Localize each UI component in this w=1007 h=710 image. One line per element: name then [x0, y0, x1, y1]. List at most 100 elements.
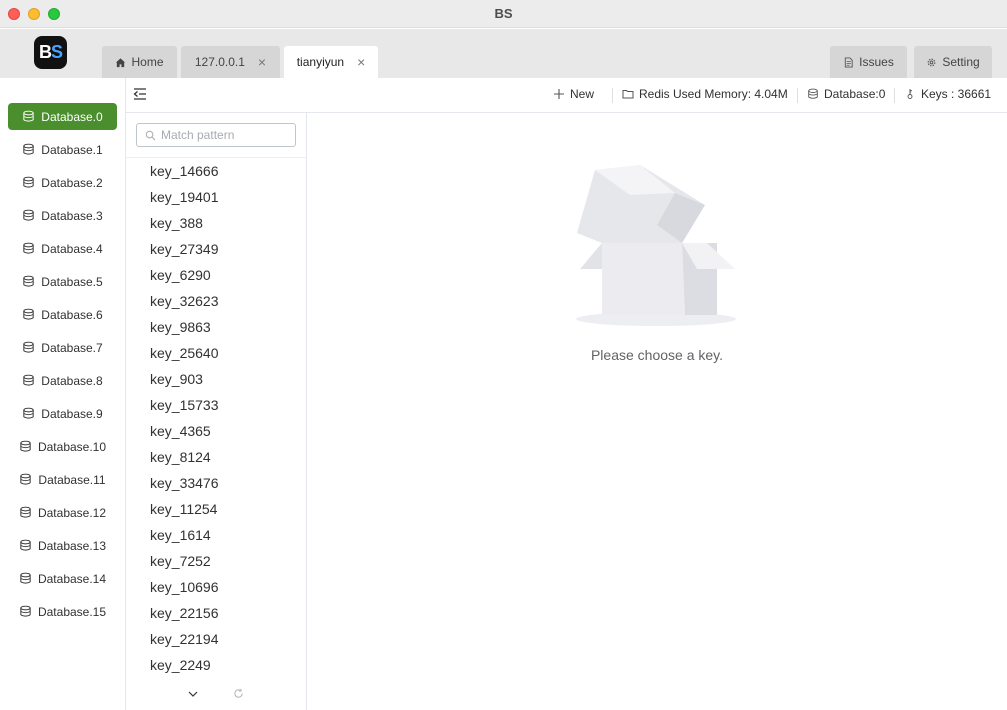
- document-icon: [844, 56, 853, 68]
- database-icon: [23, 209, 34, 221]
- gear-icon: [927, 58, 936, 66]
- refresh-icon[interactable]: [233, 688, 244, 699]
- keys-count-label: Keys : 36661: [921, 87, 992, 101]
- database-item-13[interactable]: Database.13: [8, 532, 117, 559]
- database-item-2[interactable]: Database.2: [8, 169, 117, 196]
- key-list-item[interactable]: key_32623: [150, 293, 219, 309]
- key-list-item[interactable]: key_27349: [150, 241, 219, 257]
- match-pattern-search[interactable]: [136, 123, 296, 147]
- database-icon: [23, 308, 34, 320]
- database-item-label: Database.9: [41, 406, 103, 421]
- database-item-11[interactable]: Database.11: [8, 466, 117, 493]
- database-item-label: Database.1: [41, 142, 103, 157]
- match-pattern-input[interactable]: [161, 128, 286, 142]
- key-list-item[interactable]: key_19401: [150, 189, 219, 205]
- plus-icon: [554, 89, 564, 99]
- database-item-15[interactable]: Database.15: [8, 598, 117, 625]
- database-item-3[interactable]: Database.3: [8, 202, 117, 229]
- database-item-9[interactable]: Database.9: [8, 400, 117, 427]
- key-list-item[interactable]: key_25640: [150, 345, 219, 361]
- new-key-button[interactable]: New: [553, 87, 594, 101]
- key-list-item[interactable]: key_10696: [150, 579, 219, 595]
- database-icon: [23, 110, 34, 122]
- key-list-item[interactable]: key_4365: [150, 423, 211, 439]
- key-list-item[interactable]: key_22194: [150, 631, 219, 647]
- database-sidebar: Database.0 Database.1 Database.2 Database.3…: [0, 78, 126, 710]
- close-tab-icon[interactable]: ×: [258, 54, 266, 70]
- database-icon: [808, 88, 818, 99]
- database-item-label: Database.6: [41, 307, 103, 322]
- database-item-label: Database.2: [41, 175, 103, 190]
- database-icon: [20, 539, 31, 551]
- chevron-down-icon[interactable]: [187, 688, 199, 700]
- key-list-item[interactable]: key_6290: [150, 267, 211, 283]
- database-item-14[interactable]: Database.14: [8, 565, 117, 592]
- database-item-8[interactable]: Database.8: [8, 367, 117, 394]
- issues-label: Issues: [859, 55, 894, 69]
- database-item-7[interactable]: Database.7: [8, 334, 117, 361]
- key-list[interactable]: key_14666 key_19401 key_388 key_27349 key_62…: [126, 158, 306, 678]
- database-item-label: Database.14: [37, 571, 107, 586]
- key-list-item[interactable]: key_388: [150, 215, 203, 231]
- new-key-label: New: [570, 87, 595, 101]
- database-item-6[interactable]: Database.6: [8, 301, 117, 328]
- key-list-item[interactable]: key_7252: [150, 553, 211, 569]
- window-title: BS: [494, 6, 513, 21]
- database-item-label: Database.0: [41, 109, 103, 124]
- database-item-5[interactable]: Database.5: [8, 268, 117, 295]
- tab-label: tianyiyun: [296, 55, 345, 69]
- key-list-item[interactable]: key_11254: [150, 501, 217, 517]
- database-item-12[interactable]: Database.12: [8, 499, 117, 526]
- tab-strip: BS Home 127.0.0.1 × tianyiyun × Issues S…: [0, 29, 1007, 78]
- database-item-label: Database.13: [37, 538, 107, 553]
- tab-tianyiyun[interactable]: tianyiyun ×: [284, 46, 378, 78]
- tab-home[interactable]: Home: [102, 46, 177, 78]
- memory-label: Redis Used Memory: 4.04M: [639, 87, 788, 101]
- tab-label: Home: [131, 55, 164, 69]
- database-icon: [23, 341, 34, 353]
- key-list-item[interactable]: key_2249: [150, 657, 211, 673]
- database-icon: [23, 242, 34, 254]
- database-item-label: Database.3: [41, 208, 103, 223]
- close-tab-icon[interactable]: ×: [357, 54, 365, 70]
- empty-box-icon: [576, 165, 736, 326]
- key-list-item[interactable]: key_14666: [150, 163, 219, 179]
- keys-count-info: Keys : 36661: [904, 87, 991, 101]
- database-item-1[interactable]: Database.1: [8, 136, 117, 163]
- empty-state-text: Please choose a key.: [590, 347, 724, 363]
- collapse-sidebar-button[interactable]: [132, 86, 148, 102]
- tab-127-0-0-1[interactable]: 127.0.0.1 ×: [181, 46, 280, 78]
- current-database-info: Database:0: [807, 87, 885, 101]
- issues-button[interactable]: Issues: [830, 46, 907, 78]
- key-list-item[interactable]: key_903: [150, 371, 203, 387]
- database-icon: [23, 176, 34, 188]
- database-item-label: Database.7: [41, 340, 103, 355]
- tab-label: 127.0.0.1: [194, 55, 245, 69]
- database-icon: [20, 572, 31, 584]
- database-item-label: Database.11: [38, 472, 106, 487]
- database-item-0[interactable]: Database.0: [8, 103, 117, 130]
- key-list-item[interactable]: key_1614: [150, 527, 211, 543]
- toolbar-divider: [612, 88, 613, 103]
- home-icon: [116, 57, 126, 67]
- setting-label: Setting: [942, 55, 980, 69]
- database-icon: [23, 143, 34, 155]
- collapse-menu-icon: [133, 88, 146, 100]
- database-icon: [20, 506, 31, 518]
- folder-icon: [622, 90, 634, 99]
- database-item-4[interactable]: Database.4: [8, 235, 117, 262]
- key-icon: [907, 89, 913, 99]
- database-item-10[interactable]: Database.10: [8, 433, 117, 460]
- database-icon: [23, 407, 34, 419]
- key-list-item[interactable]: key_9863: [150, 319, 211, 335]
- setting-button[interactable]: Setting: [914, 46, 992, 78]
- key-list-item[interactable]: key_15733: [150, 397, 219, 413]
- key-list-item[interactable]: key_33476: [150, 475, 219, 491]
- key-list-item[interactable]: key_8124: [150, 449, 211, 465]
- app-logo: BS: [34, 36, 67, 69]
- database-item-label: Database.8: [41, 373, 103, 388]
- key-list-item[interactable]: key_22156: [150, 605, 219, 621]
- database-icon: [20, 440, 31, 452]
- key-toolbar: New Redis Used Memory: 4.04M Database:0 …: [126, 78, 1007, 113]
- database-item-label: Database.15: [37, 604, 107, 619]
